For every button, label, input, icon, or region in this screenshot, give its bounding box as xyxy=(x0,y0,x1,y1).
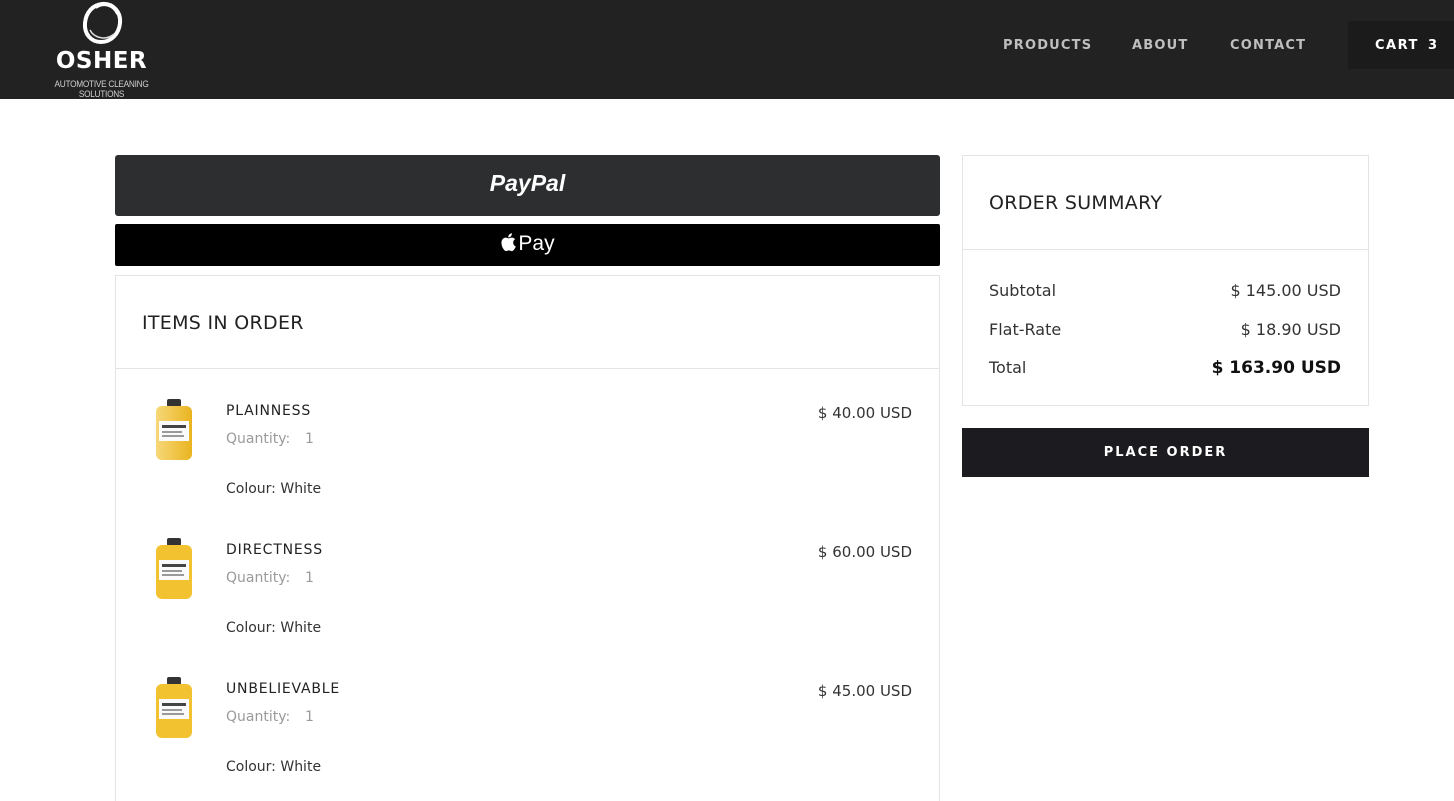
item-quantity-label: Quantity: xyxy=(226,431,291,447)
item-colour: Colour: White xyxy=(226,481,322,497)
item-quantity-value: 1 xyxy=(305,570,314,586)
order-item: PLAINNESS Quantity: 1 Colour: White $ 40… xyxy=(116,397,939,527)
item-quantity-value: 1 xyxy=(305,709,314,725)
nav-products-link[interactable]: PRODUCTS xyxy=(1003,38,1092,53)
apple-pay-label: Pay xyxy=(518,232,555,255)
product-bottle-image xyxy=(156,399,192,460)
shipping-label: Flat-Rate xyxy=(989,320,1062,339)
apple-pay-button[interactable]: Pay xyxy=(115,224,940,266)
nav-contact-link[interactable]: CONTACT xyxy=(1230,38,1306,53)
item-name: DIRECTNESS xyxy=(226,542,323,558)
order-summary-title: ORDER SUMMARY xyxy=(989,192,1163,214)
place-order-button[interactable]: PLACE ORDER xyxy=(962,428,1369,477)
cart-label: CART xyxy=(1375,38,1419,53)
apple-icon xyxy=(501,233,517,252)
order-item: DIRECTNESS Quantity: 1 Colour: White $ 6… xyxy=(116,536,939,666)
brand-tagline: AUTOMOTIVE CLEANING SOLUTIONS xyxy=(54,79,149,99)
total-value: $ 163.90 USD xyxy=(1211,358,1341,378)
item-price: $ 45.00 USD xyxy=(817,682,912,700)
item-colour: Colour: White xyxy=(226,759,322,775)
order-summary-panel: ORDER SUMMARY Subtotal $ 145.00 USD Flat… xyxy=(962,155,1369,406)
cart-count-badge: 3 xyxy=(1428,38,1439,53)
site-header: OSHER AUTOMOTIVE CLEANING SOLUTIONS PROD… xyxy=(0,0,1454,99)
shipping-value: $ 18.90 USD xyxy=(1240,320,1341,339)
items-in-order-panel: ITEMS IN ORDER PLAINNESS Quantity: 1 Col… xyxy=(115,275,940,801)
order-item: UNBELIEVABLE Quantity: 1 Colour: White $… xyxy=(116,675,939,801)
item-name: PLAINNESS xyxy=(226,403,312,419)
product-bottle-image xyxy=(156,677,192,738)
item-name: UNBELIEVABLE xyxy=(226,681,341,697)
item-price: $ 40.00 USD xyxy=(817,404,912,422)
paypal-label: PayPal xyxy=(489,170,566,196)
items-panel-title: ITEMS IN ORDER xyxy=(142,312,304,334)
item-quantity-label: Quantity: xyxy=(226,709,291,725)
subtotal-value: $ 145.00 USD xyxy=(1230,281,1341,300)
apple-pay-content: Pay xyxy=(115,232,940,256)
item-price: $ 60.00 USD xyxy=(817,543,912,561)
nav-about-link[interactable]: ABOUT xyxy=(1132,38,1188,53)
product-bottle-image xyxy=(156,538,192,599)
paypal-button[interactable]: PayPal xyxy=(115,155,940,216)
subtotal-label: Subtotal xyxy=(989,281,1057,300)
subtotal-row: Subtotal $ 145.00 USD xyxy=(989,281,1341,303)
total-label: Total xyxy=(989,358,1027,377)
total-row: Total $ 163.90 USD xyxy=(989,358,1341,380)
shipping-row: Flat-Rate $ 18.90 USD xyxy=(989,320,1341,342)
item-colour: Colour: White xyxy=(226,620,322,636)
order-summary-header: ORDER SUMMARY xyxy=(963,156,1368,250)
item-quantity-label: Quantity: xyxy=(226,570,291,586)
main-nav: PRODUCTS ABOUT CONTACT xyxy=(0,38,1454,58)
items-panel-header: ITEMS IN ORDER xyxy=(116,276,939,369)
cart-button[interactable]: CART 3 xyxy=(1348,21,1454,69)
item-quantity-value: 1 xyxy=(305,431,314,447)
